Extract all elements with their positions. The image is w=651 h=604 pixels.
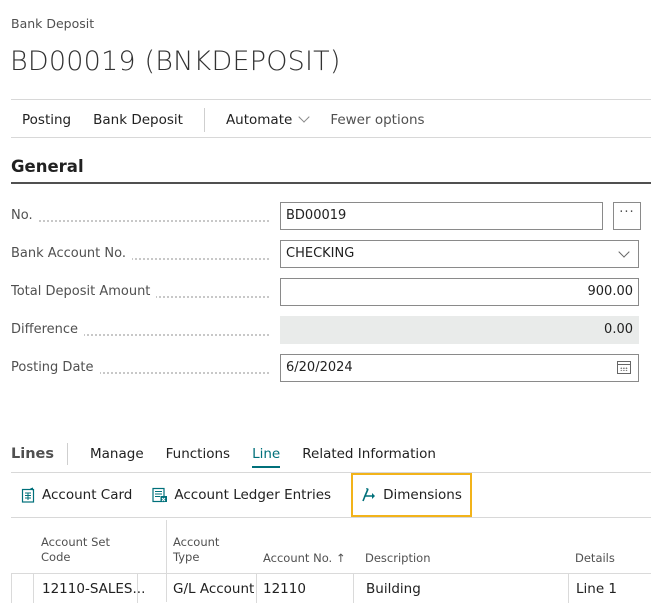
dimensions-button[interactable]: Dimensions: [351, 473, 472, 517]
posting-date-input[interactable]: 6/20/2024: [280, 354, 639, 382]
breadcrumb[interactable]: Bank Deposit: [11, 16, 94, 31]
tab-line[interactable]: Line: [241, 446, 291, 468]
tab-related-information[interactable]: Related Information: [291, 446, 447, 462]
dimensions-label: Dimensions: [383, 487, 462, 503]
field-label: Bank Account No.: [11, 246, 269, 261]
field-difference: Difference 0.00: [11, 316, 639, 344]
action-posting[interactable]: Posting: [11, 112, 82, 128]
difference-value: 0.00: [280, 316, 639, 344]
posting-date-value: 6/20/2024: [286, 360, 353, 375]
cell-account-set-code[interactable]: 12110-SALES...: [42, 574, 145, 603]
action-bank-deposit[interactable]: Bank Deposit: [82, 112, 194, 128]
section-rule: [11, 182, 651, 184]
cell-details[interactable]: Line 1: [576, 574, 617, 603]
bank-account-no-value: CHECKING: [286, 246, 355, 261]
action-separator: [203, 108, 205, 132]
column-header-account-no[interactable]: Account No. ↑: [263, 551, 345, 566]
column-header-account-set-code[interactable]: Account Set Code: [41, 535, 110, 565]
field-posting-date: Posting Date 6/20/2024: [11, 354, 639, 382]
divider: [11, 137, 651, 138]
total-deposit-amount-input[interactable]: 900.00: [280, 278, 639, 306]
cell-description[interactable]: Building: [366, 574, 421, 603]
table-row[interactable]: 12110-SALES... G/L Account 12110 Buildin…: [11, 573, 651, 603]
dimensions-icon: [362, 488, 376, 502]
column-header-details[interactable]: Details: [575, 551, 615, 566]
lines-title[interactable]: Lines: [11, 446, 67, 462]
section-title-general[interactable]: General: [11, 157, 84, 176]
chevron-down-icon: [298, 111, 310, 123]
lines-bar: Lines Manage Functions Line Related Info…: [11, 442, 447, 468]
account-card-icon: [21, 487, 35, 503]
action-bar: Posting Bank Deposit Automate Fewer opti…: [11, 104, 436, 136]
field-label: Difference: [11, 322, 269, 337]
ledger-entries-icon: [152, 487, 168, 503]
fewer-options-button[interactable]: Fewer options: [319, 112, 435, 128]
account-card-label: Account Card: [42, 487, 133, 503]
account-ledger-entries-button[interactable]: Account Ledger Entries: [142, 473, 341, 517]
tab-functions[interactable]: Functions: [155, 446, 241, 462]
field-total-deposit-amount: Total Deposit Amount 900.00: [11, 278, 639, 306]
calendar-icon[interactable]: [617, 361, 631, 374]
column-header-account-type[interactable]: Account Type: [173, 535, 219, 565]
column-header-description[interactable]: Description: [365, 551, 431, 566]
action-automate[interactable]: Automate: [215, 111, 319, 128]
field-no: No. BD00019 ···: [11, 202, 641, 230]
no-input[interactable]: BD00019: [280, 202, 603, 230]
assist-edit-button[interactable]: ···: [613, 202, 641, 230]
lines-separator: [67, 443, 68, 465]
field-label: Posting Date: [11, 360, 269, 375]
cell-account-no[interactable]: 12110: [263, 574, 306, 603]
divider: [11, 99, 651, 100]
bank-account-no-select[interactable]: CHECKING: [280, 240, 639, 268]
account-ledger-entries-label: Account Ledger Entries: [174, 487, 332, 503]
line-actions: Account Card Account Ledger Entries Dime…: [11, 473, 472, 517]
cell-account-type[interactable]: G/L Account: [173, 574, 254, 603]
field-label: Total Deposit Amount: [11, 284, 269, 299]
field-label: No.: [11, 208, 269, 223]
automate-label: Automate: [225, 112, 293, 128]
page-title: BD00019 (BNKDEPOSIT): [10, 46, 341, 77]
field-bank-account-no: Bank Account No. CHECKING: [11, 240, 639, 268]
chevron-down-icon: [618, 246, 630, 258]
account-card-button[interactable]: Account Card: [11, 473, 142, 517]
divider: [11, 517, 651, 518]
tab-manage[interactable]: Manage: [79, 446, 155, 462]
